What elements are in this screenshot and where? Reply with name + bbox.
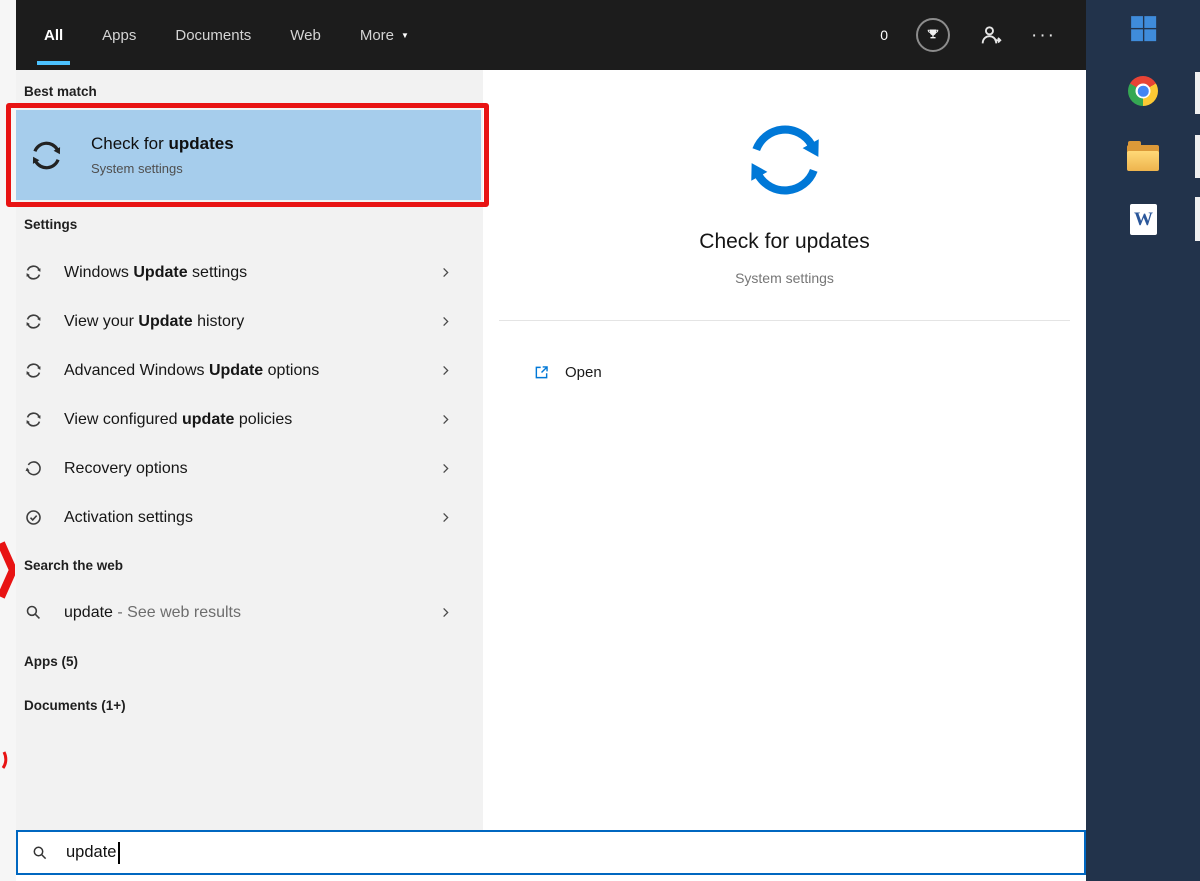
tab-more-label: More [359, 26, 395, 44]
more-options-ellipsis[interactable]: ··· [1031, 26, 1056, 45]
open-icon [535, 365, 548, 378]
tab-apps-label: Apps [102, 26, 137, 44]
search-web-header: Search the web [24, 558, 124, 573]
search-input[interactable]: update [16, 830, 1086, 875]
dropdown-caret-icon: ▼ [401, 30, 409, 40]
preview-title: Check for updates [699, 230, 870, 253]
annotation-arrow [0, 541, 15, 599]
chrome-icon[interactable] [1128, 76, 1158, 106]
best-match-header: Best match [24, 84, 97, 99]
best-match-title: Check for updates [91, 134, 234, 153]
chevron-right-icon [443, 414, 449, 425]
tab-documents[interactable]: Documents [175, 0, 251, 70]
result-windows-update-settings[interactable]: Windows Update settings [16, 248, 483, 297]
result-label: Activation settings [64, 508, 193, 526]
word-letter: W [1134, 208, 1153, 230]
tab-apps[interactable]: Apps [102, 0, 136, 70]
result-recovery-options[interactable]: Recovery options [16, 444, 483, 493]
result-view-update-history[interactable]: View your Update history [16, 297, 483, 346]
user-icon[interactable] [978, 23, 1003, 48]
chevron-right-icon [443, 365, 449, 376]
search-flyout: All Apps Documents Web More ▼ 0 ··· Best… [16, 0, 1086, 881]
result-label: View configured update policies [64, 410, 293, 428]
search-body: Best match Check for updates System sett… [16, 70, 1086, 830]
divider [499, 320, 1070, 321]
result-configured-update-policies[interactable]: View configured update policies [16, 395, 483, 444]
text-cursor [118, 841, 120, 864]
tab-more[interactable]: More ▼ [360, 0, 409, 70]
file-explorer-icon[interactable] [1127, 141, 1159, 171]
activation-check-icon [26, 510, 41, 525]
chevron-right-icon [443, 463, 449, 474]
preview-subtitle: System settings [735, 270, 834, 286]
window-edge [1195, 197, 1200, 241]
annotation-scribble [1, 751, 8, 769]
rewards-badge[interactable] [916, 18, 951, 52]
sync-icon [25, 412, 42, 427]
desktop-background [0, 0, 16, 881]
result-label: Advanced Windows Update options [64, 361, 320, 379]
results-panel: Best match Check for updates System sett… [16, 70, 483, 830]
chevron-right-icon [443, 607, 449, 618]
search-input-value: update [66, 843, 117, 861]
tab-all-label: All [44, 26, 64, 44]
word-icon[interactable]: W [1130, 204, 1157, 235]
sync-icon [31, 141, 62, 169]
window-edge [1195, 135, 1200, 178]
best-match-result[interactable]: Check for updates System settings [16, 110, 481, 200]
preview-panel: Check for updates System settings Open [483, 70, 1086, 830]
sync-icon [25, 314, 42, 329]
result-label: Windows Update settings [64, 263, 248, 281]
result-label: View your Update history [64, 312, 245, 330]
chevron-right-icon [443, 267, 449, 278]
start-button-windows-icon[interactable] [1127, 12, 1160, 45]
active-tab-underline [37, 61, 71, 65]
open-action[interactable]: Open [483, 351, 1086, 393]
folder-front-shape [1127, 151, 1159, 171]
result-activation-settings[interactable]: Activation settings [16, 493, 483, 542]
tab-web-label: Web [290, 26, 321, 44]
search-icon [26, 605, 41, 620]
tab-web[interactable]: Web [290, 0, 321, 70]
settings-results: Windows Update settings View your Update… [16, 248, 483, 542]
settings-header: Settings [24, 217, 78, 232]
taskbar: W [1086, 0, 1200, 881]
sync-icon [25, 265, 42, 280]
tab-all[interactable]: All [37, 0, 71, 70]
best-match-text: Check for updates System settings [91, 134, 234, 176]
documents-group-header[interactable]: Documents (1+) [24, 698, 126, 713]
topbar-right-actions: 0 ··· [880, 18, 1056, 52]
sync-icon [25, 363, 42, 378]
rewards-count: 0 [880, 27, 889, 43]
chrome-icon-core [1137, 85, 1149, 97]
web-search-result[interactable]: update - See web results [16, 588, 483, 637]
recovery-icon [24, 461, 41, 476]
open-label: Open [565, 363, 602, 381]
tab-documents-label: Documents [175, 26, 252, 44]
result-advanced-update-options[interactable]: Advanced Windows Update options [16, 346, 483, 395]
screen: All Apps Documents Web More ▼ 0 ··· Best… [0, 0, 1200, 881]
sync-icon-large [739, 114, 831, 206]
search-icon [33, 846, 47, 859]
filter-tabs: All Apps Documents Web More ▼ [37, 0, 409, 70]
window-edge [1195, 72, 1200, 114]
apps-group-header[interactable]: Apps (5) [24, 654, 78, 669]
result-label: Recovery options [64, 459, 188, 477]
chevron-right-icon [443, 512, 449, 523]
result-label: update - See web results [64, 603, 241, 621]
trophy-icon [927, 28, 939, 39]
chevron-right-icon [443, 316, 449, 327]
best-match-subtitle: System settings [91, 161, 183, 176]
search-topbar: All Apps Documents Web More ▼ 0 ··· [16, 0, 1086, 70]
search-input-text: update [66, 841, 120, 864]
